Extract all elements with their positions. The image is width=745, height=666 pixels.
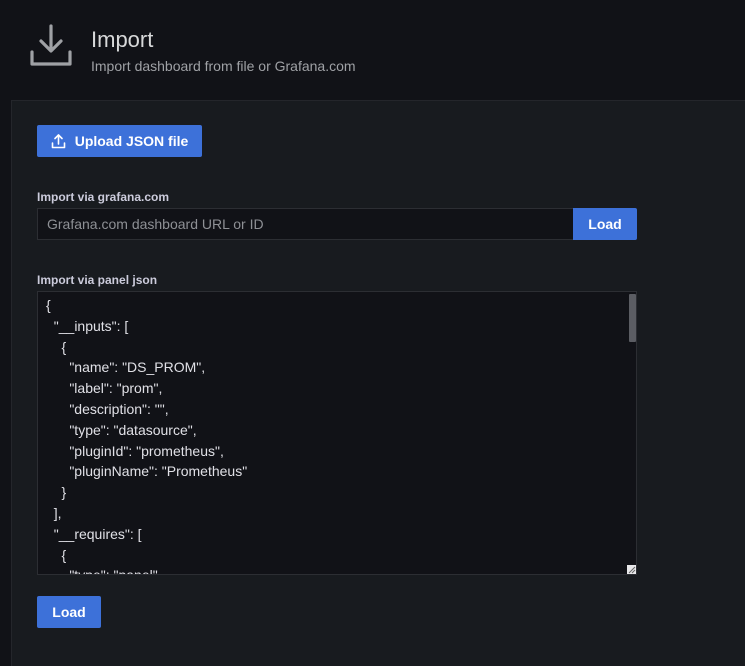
panel-json-textarea[interactable]: { "__inputs": [ { "name": "DS_PROM", "la… <box>37 291 637 575</box>
import-icon <box>30 24 72 66</box>
resize-handle-icon[interactable] <box>627 565 636 574</box>
page-subtitle: Import dashboard from file or Grafana.co… <box>91 58 356 74</box>
import-panel: Upload JSON file Import via grafana.com … <box>11 100 745 666</box>
json-import-label: Import via panel json <box>37 273 158 287</box>
page-header: Import Import dashboard from file or Gra… <box>0 0 745 100</box>
upload-icon <box>51 133 66 148</box>
load-button[interactable]: Load <box>37 596 101 628</box>
grafana-import-label: Import via grafana.com <box>37 190 170 204</box>
page-title: Import <box>91 27 154 52</box>
grafana-load-button[interactable]: Load <box>573 208 637 240</box>
textarea-scrollbar[interactable] <box>629 294 636 342</box>
upload-json-label: Upload JSON file <box>74 133 189 149</box>
panel-json-content[interactable]: { "__inputs": [ { "name": "DS_PROM", "la… <box>38 292 636 574</box>
upload-json-button[interactable]: Upload JSON file <box>37 125 202 157</box>
grafana-url-input[interactable] <box>37 208 573 240</box>
